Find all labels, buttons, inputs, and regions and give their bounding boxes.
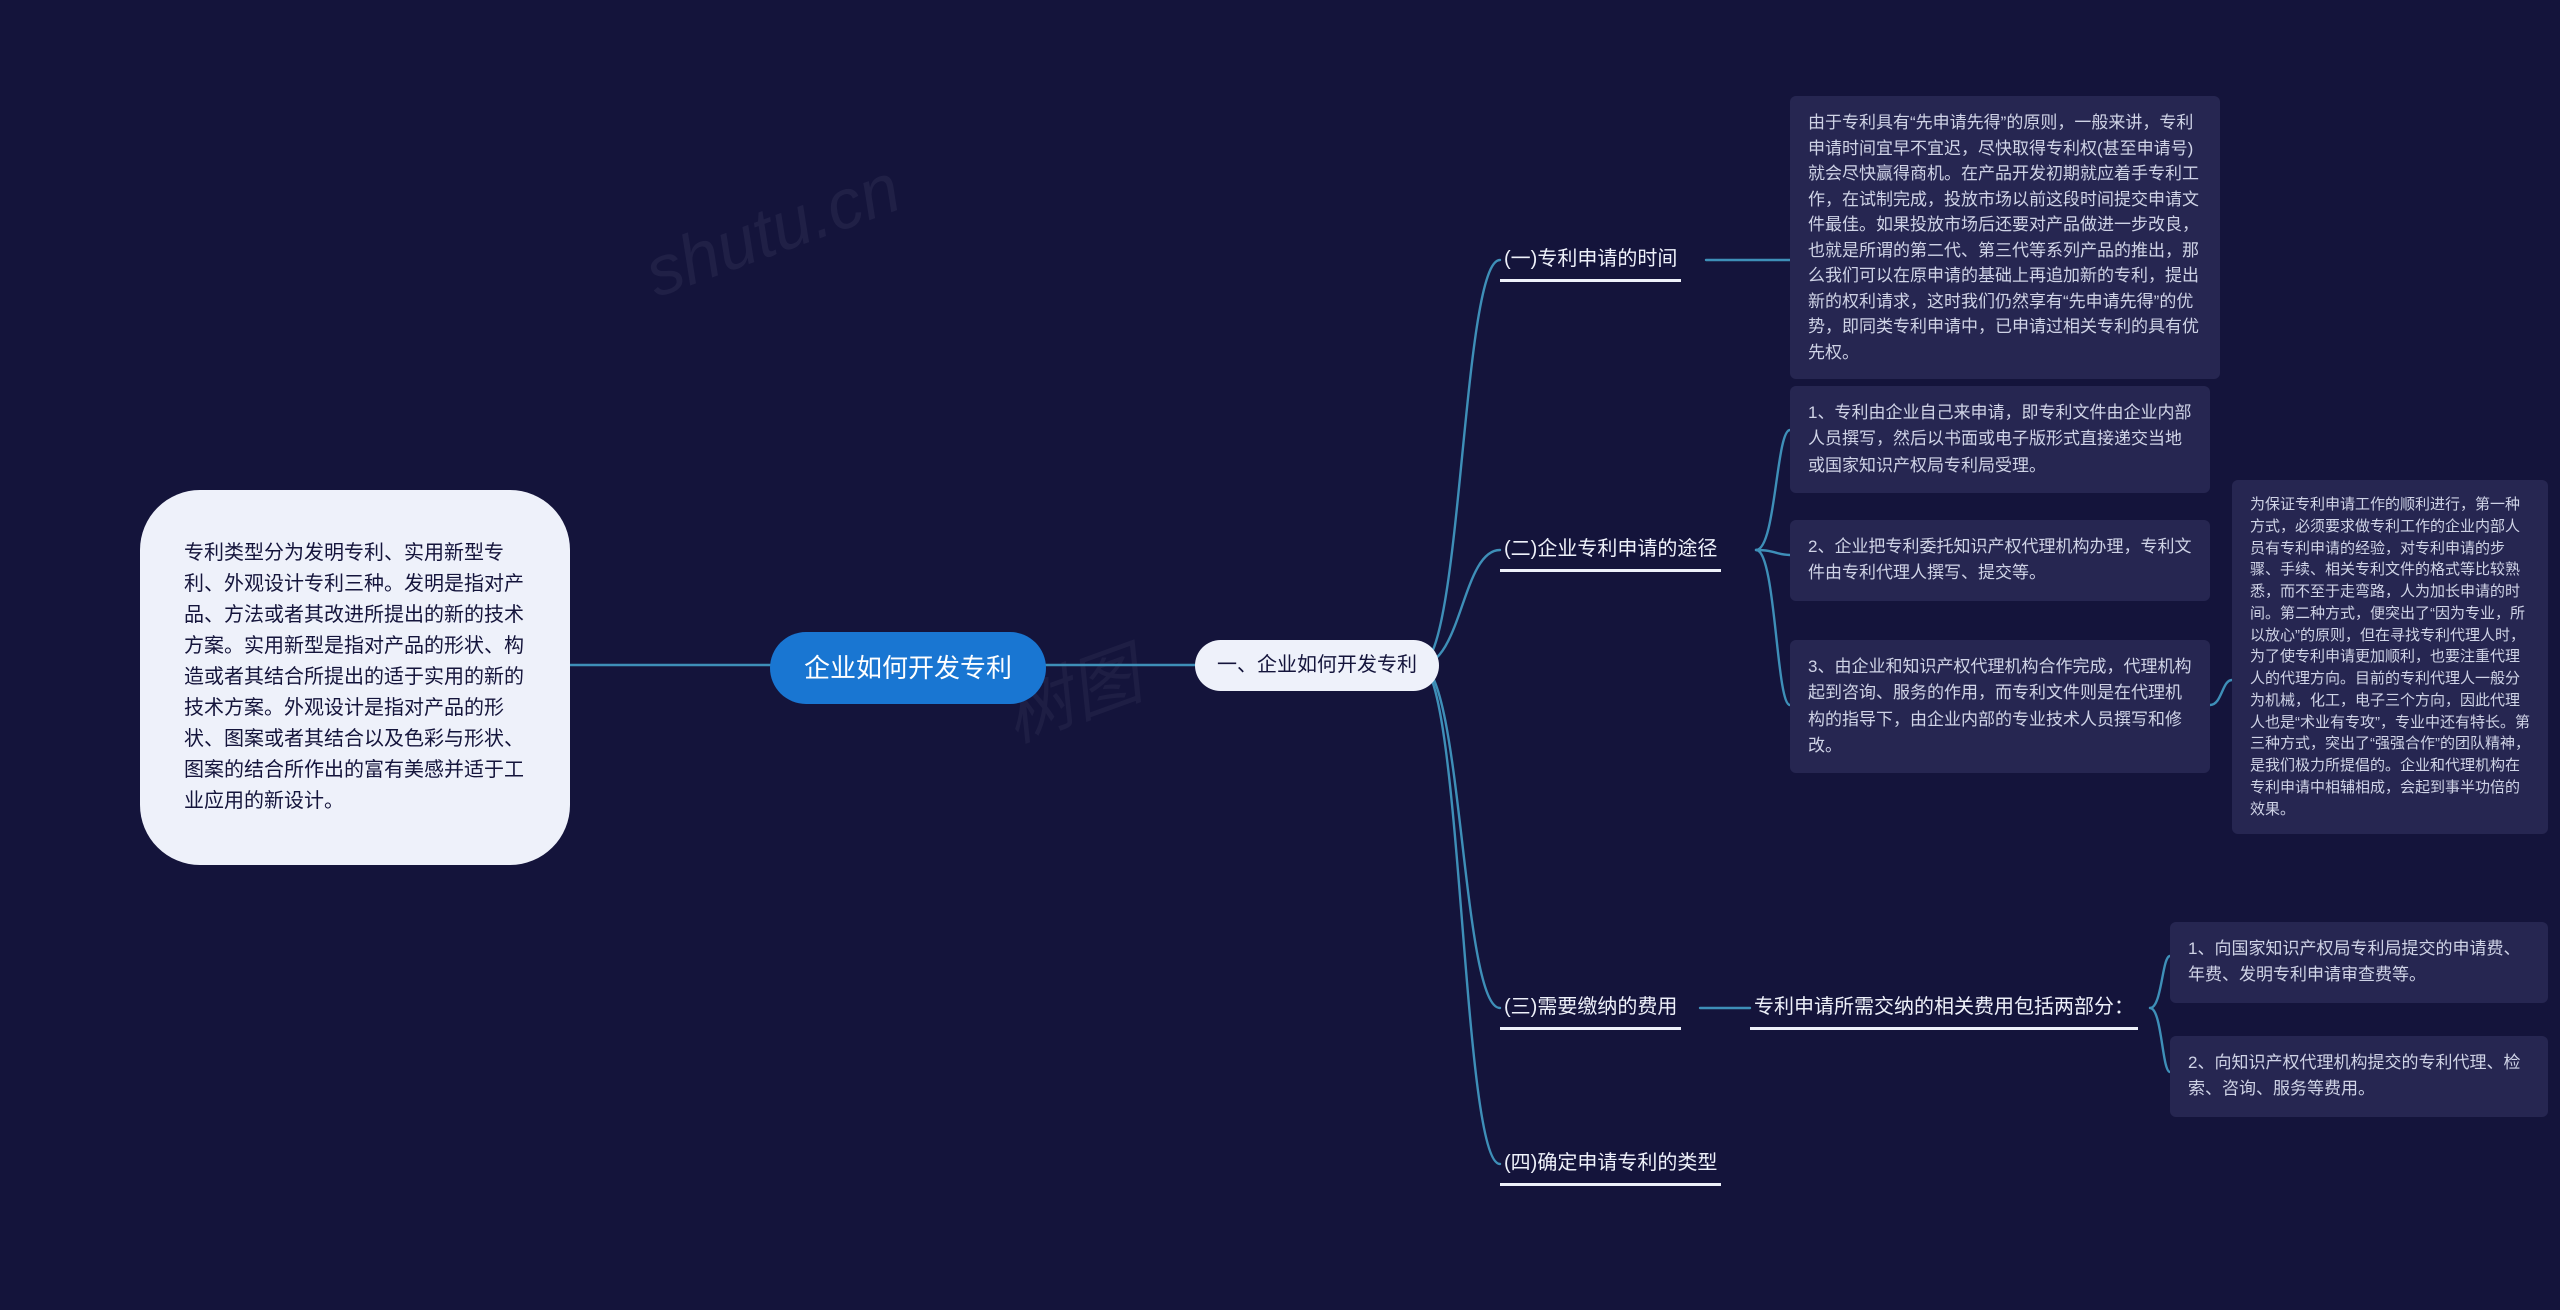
sec2-p3-detail[interactable]: 为保证专利申请工作的顺利进行，第一种方式，必须要求做专利工作的企业内部人员有专利…	[2232, 480, 2548, 834]
sec1-detail[interactable]: 由于专利具有“先申请先得”的原则，一般来讲，专利申请时间宜早不宜迟，尽快取得专利…	[1790, 96, 2220, 379]
watermark: shutu.cn	[634, 147, 910, 313]
root-node[interactable]: 企业如何开发专利	[770, 632, 1046, 704]
left-summary-node[interactable]: 专利类型分为发明专利、实用新型专利、外观设计专利三种。发明是指对产品、方法或者其…	[140, 490, 570, 865]
sec3-f1[interactable]: 1、向国家知识产权局专利局提交的申请费、年费、发明专利申请审查费等。	[2170, 922, 2548, 1003]
sec2-p1[interactable]: 1、专利由企业自己来申请，即专利文件由企业内部人员撰写，然后以书面或电子版形式直…	[1790, 386, 2210, 493]
sec3-title[interactable]: (三)需要缴纳的费用	[1500, 992, 1681, 1030]
sec1-title[interactable]: (一)专利申请的时间	[1500, 244, 1681, 282]
level1-node[interactable]: 一、企业如何开发专利	[1195, 640, 1439, 691]
sec3-sub[interactable]: 专利申请所需交纳的相关费用包括两部分：	[1750, 992, 2138, 1030]
sec4-title[interactable]: (四)确定申请专利的类型	[1500, 1148, 1721, 1186]
sec2-p3[interactable]: 3、由企业和知识产权代理机构合作完成，代理机构起到咨询、服务的作用，而专利文件则…	[1790, 640, 2210, 773]
sec2-title[interactable]: (二)企业专利申请的途径	[1500, 534, 1721, 572]
sec2-p2[interactable]: 2、企业把专利委托知识产权代理机构办理，专利文件由专利代理人撰写、提交等。	[1790, 520, 2210, 601]
sec3-f2[interactable]: 2、向知识产权代理机构提交的专利代理、检索、咨询、服务等费用。	[2170, 1036, 2548, 1117]
